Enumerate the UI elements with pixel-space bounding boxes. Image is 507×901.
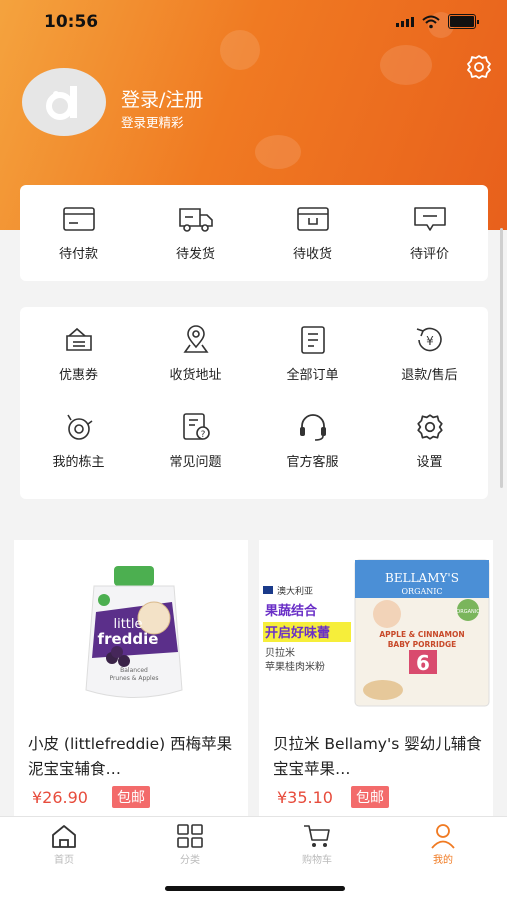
product-card[interactable]: 澳大利亚 果蔬结合 开启好味蕾 贝拉米 苹果桂肉米粉 BELLAMY'S ORG… bbox=[259, 540, 493, 830]
product-price: ¥35.10 bbox=[277, 788, 333, 807]
faq-icon: ? bbox=[178, 411, 214, 443]
service-label: 优惠券 bbox=[58, 368, 98, 383]
service-label: 我的栋主 bbox=[52, 455, 105, 470]
free-shipping-badge: 包邮 bbox=[351, 786, 389, 808]
tab-cart[interactable]: 购物车 bbox=[282, 823, 352, 866]
service-all-orders[interactable]: 全部订单 bbox=[254, 324, 371, 383]
wallet-icon bbox=[61, 203, 97, 235]
service-my-host[interactable]: 我的栋主 bbox=[20, 411, 137, 470]
category-icon bbox=[177, 824, 203, 848]
truck-icon bbox=[178, 203, 214, 235]
service-label: 收货地址 bbox=[169, 368, 222, 383]
order-label: 待评价 bbox=[409, 247, 449, 262]
home-indicator[interactable] bbox=[165, 886, 345, 891]
user-icon bbox=[431, 824, 455, 849]
wifi-icon bbox=[422, 15, 440, 28]
tab-mine[interactable]: 我的 bbox=[408, 823, 478, 866]
tab-label: 我的 bbox=[433, 855, 453, 866]
cart-icon bbox=[304, 825, 330, 847]
order-pending-review[interactable]: 待评价 bbox=[371, 203, 488, 262]
decor-bubble bbox=[220, 30, 260, 70]
service-label: 常见问题 bbox=[169, 455, 222, 470]
document-icon bbox=[295, 324, 331, 356]
tab-category[interactable]: 分类 bbox=[155, 823, 225, 866]
services-card: 优惠券 收货地址 全部订单 ¥ 退款/售后 我的栋主 ? 常见问题 官方客服 设… bbox=[20, 307, 488, 499]
service-customer-support[interactable]: 官方客服 bbox=[254, 411, 371, 470]
status-time: 10:56 bbox=[44, 12, 99, 32]
order-label: 待发货 bbox=[175, 247, 215, 262]
status-icons bbox=[396, 14, 479, 29]
organic-seal-text: ORGANIC bbox=[456, 609, 480, 615]
product-image: 澳大利亚 果蔬结合 开启好味蕾 贝拉米 苹果桂肉米粉 BELLAMY'S ORG… bbox=[259, 540, 493, 710]
pouch-sub-text: Prunes & Apples bbox=[109, 675, 158, 682]
svg-text:?: ? bbox=[200, 430, 205, 440]
service-address[interactable]: 收货地址 bbox=[137, 324, 254, 383]
product-card[interactable]: little freddie Balanced Prunes & Apples … bbox=[14, 540, 248, 830]
headset-icon bbox=[295, 411, 331, 443]
battery-icon bbox=[448, 14, 479, 29]
login-register-link[interactable]: 登录/注册 bbox=[121, 85, 203, 112]
tab-home[interactable]: 首页 bbox=[29, 823, 99, 866]
free-shipping-badge: 包邮 bbox=[112, 786, 150, 808]
signal-icon bbox=[396, 16, 414, 27]
product-name: 小皮 (littlefreddie) 西梅苹果泥宝宝辅食… bbox=[28, 735, 233, 778]
order-pending-receipt[interactable]: 待收货 bbox=[254, 203, 371, 262]
service-faq[interactable]: ? 常见问题 bbox=[137, 411, 254, 470]
pouch-brand-text: freddie bbox=[98, 630, 159, 648]
gear-icon bbox=[412, 411, 448, 443]
camera-icon bbox=[61, 411, 97, 443]
settings-gear-icon[interactable] bbox=[465, 53, 493, 81]
avatar-logo-icon bbox=[46, 86, 77, 120]
coupon-icon bbox=[61, 324, 97, 356]
pouch-sub-text: Balanced bbox=[120, 667, 148, 674]
package-product-text: APPLE & CINNAMON bbox=[379, 630, 464, 639]
service-coupon[interactable]: 优惠券 bbox=[20, 324, 137, 383]
promo-slogan: 开启好味蕾 bbox=[265, 625, 330, 641]
product-name: 贝拉米 Bellamy's 婴幼儿辅食 宝宝苹果… bbox=[273, 735, 482, 778]
decor-bubble bbox=[255, 135, 301, 169]
login-subtitle: 登录更精彩 bbox=[121, 115, 184, 130]
tab-label: 首页 bbox=[54, 855, 74, 866]
location-icon bbox=[178, 324, 214, 356]
scrollbar[interactable] bbox=[500, 228, 503, 488]
svg-text:¥: ¥ bbox=[426, 334, 434, 348]
package-brand: BELLAMY'S bbox=[385, 571, 459, 585]
home-icon bbox=[52, 825, 76, 848]
status-bar: 10:56 bbox=[0, 12, 507, 36]
package-age: 6 bbox=[416, 651, 430, 675]
promo-slogan: 果蔬结合 bbox=[264, 603, 318, 619]
service-label: 设置 bbox=[416, 455, 443, 470]
promo-line: 贝拉米 bbox=[265, 646, 295, 659]
service-label: 官方客服 bbox=[286, 455, 339, 470]
service-label: 全部订单 bbox=[286, 368, 339, 383]
refund-icon: ¥ bbox=[412, 324, 448, 356]
origin-text: 澳大利亚 bbox=[277, 585, 313, 597]
order-pending-shipment[interactable]: 待发货 bbox=[137, 203, 254, 262]
order-pending-payment[interactable]: 待付款 bbox=[20, 203, 137, 262]
avatar[interactable] bbox=[22, 68, 106, 136]
decor-bubble bbox=[380, 45, 432, 85]
tab-label: 购物车 bbox=[302, 855, 332, 866]
comment-icon bbox=[412, 203, 448, 235]
tab-label: 分类 bbox=[180, 855, 200, 866]
package-icon bbox=[295, 203, 331, 235]
service-refund[interactable]: ¥ 退款/售后 bbox=[371, 324, 488, 383]
order-label: 待收货 bbox=[292, 247, 332, 262]
service-settings[interactable]: 设置 bbox=[371, 411, 488, 470]
product-price: ¥26.90 bbox=[32, 788, 88, 807]
order-label: 待付款 bbox=[58, 247, 98, 262]
package-brand-sub: ORGANIC bbox=[401, 587, 442, 596]
order-status-card: 待付款 待发货 待收货 待评价 bbox=[20, 185, 488, 281]
product-image: little freddie Balanced Prunes & Apples bbox=[14, 540, 248, 710]
service-label: 退款/售后 bbox=[401, 368, 458, 383]
package-product-text: BABY PORRIDGE bbox=[388, 640, 457, 649]
promo-line: 苹果桂肉米粉 bbox=[265, 660, 325, 673]
